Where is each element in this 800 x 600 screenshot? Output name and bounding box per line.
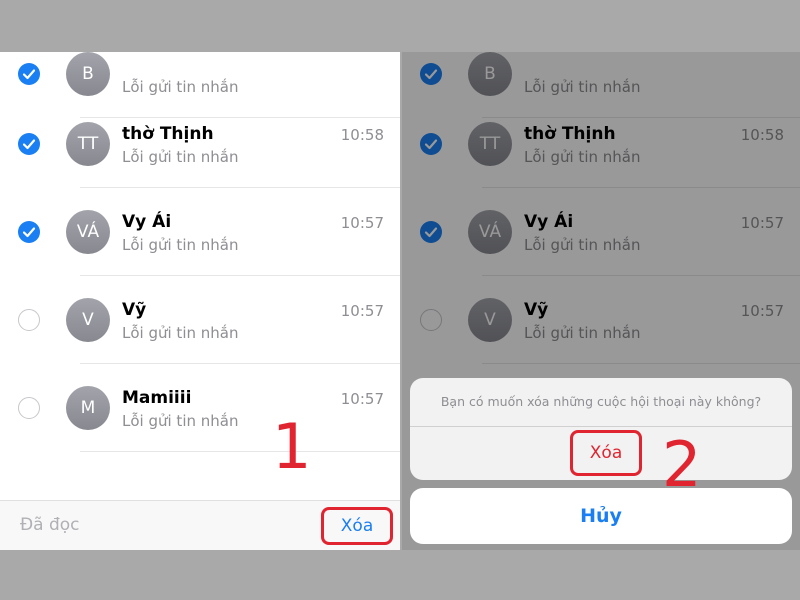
cancel-button[interactable]: Hủy (410, 488, 792, 544)
message-preview: Lỗi gửi tin nhắn (122, 236, 239, 254)
message-preview: Lỗi gửi tin nhắn (122, 324, 239, 342)
message-preview: Lỗi gửi tin nhắn (122, 78, 239, 96)
selection-checkbox[interactable] (18, 63, 40, 85)
conversation-row[interactable]: TT thờ Thịnh 10:58 Lỗi gửi tin nhắn (0, 100, 400, 188)
row-divider (80, 451, 400, 452)
contact-name: Vy Ái (122, 212, 172, 232)
step-number: 1 (272, 410, 312, 483)
avatar: VÁ (66, 210, 110, 254)
conversation-row[interactable]: VÁ Vy Ái 10:57 Lỗi gửi tin nhắn (0, 188, 400, 276)
message-time: 10:57 (340, 214, 384, 232)
left-screen: B Lỗi gửi tin nhắn TT thờ Thịnh 10:58 Lỗ… (0, 52, 400, 550)
sheet-divider (410, 426, 792, 427)
message-time: 10:57 (340, 390, 384, 408)
avatar: B (66, 52, 110, 96)
selection-checkbox[interactable] (18, 309, 40, 331)
right-screen: B Lỗi gửi tin nhắn TT thờ Thịnh 10:58 Lỗ… (402, 52, 800, 550)
selection-checkbox[interactable] (18, 397, 40, 419)
avatar: TT (66, 122, 110, 166)
checkmark-icon (22, 69, 36, 80)
contact-name: thờ Thịnh (122, 124, 214, 144)
message-time: 10:58 (340, 126, 384, 144)
checkmark-icon (22, 227, 36, 238)
contact-name: Mamiiii (122, 388, 192, 408)
confirm-delete-button[interactable]: Xóa (570, 430, 642, 476)
conversation-row[interactable]: M Mamiiii 10:57 Lỗi gửi tin nhắn (0, 364, 400, 452)
selection-checkbox[interactable] (18, 221, 40, 243)
message-preview: Lỗi gửi tin nhắn (122, 412, 239, 430)
checkmark-icon (22, 139, 36, 150)
mark-read-button[interactable]: Đã đọc (20, 515, 80, 535)
selection-checkbox[interactable] (18, 133, 40, 155)
message-preview: Lỗi gửi tin nhắn (122, 148, 239, 166)
conversation-row[interactable]: V Vỹ 10:57 Lỗi gửi tin nhắn (0, 276, 400, 364)
delete-button[interactable]: Xóa (321, 507, 393, 545)
step-number: 2 (662, 428, 702, 501)
cancel-sheet: Hủy (410, 488, 792, 544)
confirmation-message: Bạn có muốn xóa những cuộc hội thoại này… (440, 394, 762, 409)
bottom-toolbar: Đã đọc Xóa (0, 500, 400, 550)
action-sheet: Bạn có muốn xóa những cuộc hội thoại này… (410, 378, 792, 480)
contact-name: Vỹ (122, 300, 147, 320)
message-time: 10:57 (340, 302, 384, 320)
avatar: M (66, 386, 110, 430)
avatar: V (66, 298, 110, 342)
